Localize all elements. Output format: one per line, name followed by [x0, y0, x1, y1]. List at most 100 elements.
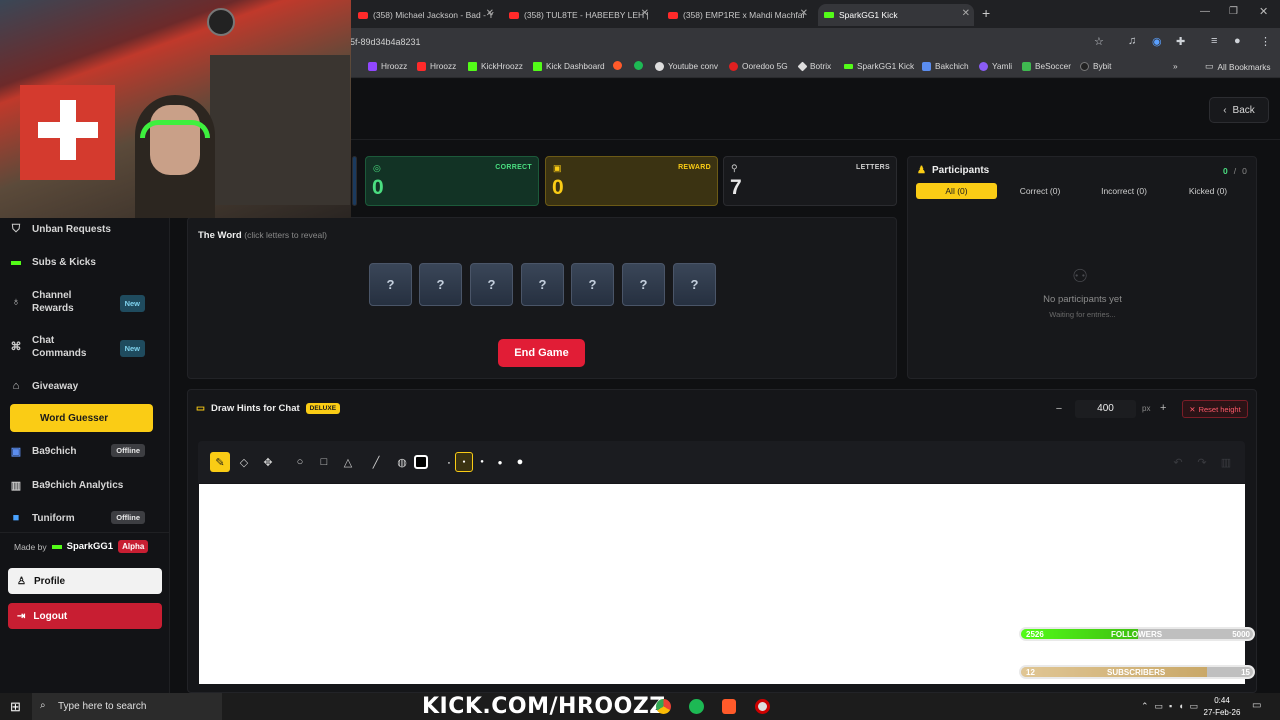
bookmark[interactable] [634, 61, 643, 70]
browser-tab[interactable]: (358) TUL8TE - HABEEBY LEH | ✕ [503, 4, 653, 26]
square-tool-icon[interactable]: □ [314, 452, 334, 472]
system-tray[interactable]: ⌃▭▪◖▭ [1141, 701, 1204, 712]
spotify-icon[interactable] [689, 699, 704, 714]
bookmarks-overflow-icon[interactable]: » [1173, 61, 1178, 71]
extensions-icon[interactable]: ✚ [1176, 35, 1185, 48]
letter-tile[interactable]: ? [622, 263, 665, 306]
bookmark[interactable]: Botrix [797, 61, 831, 71]
audio-icon[interactable]: ◉ [1152, 35, 1162, 48]
music-icon[interactable]: ♫ [1128, 35, 1136, 47]
browser-tab[interactable]: (358) Michael Jackson - Bad - Y ✕ [352, 4, 498, 26]
letter-tile[interactable]: ? [521, 263, 564, 306]
analytics-icon: ▥ [10, 479, 22, 492]
brush-size-xl[interactable]: ● [510, 452, 530, 472]
bookmark[interactable]: Youtube conv [655, 61, 718, 71]
media-icon[interactable]: ≡ [1211, 35, 1217, 47]
sidebar-item-ba9chich-analytics[interactable]: ▥ Ba9chich Analytics [10, 478, 153, 492]
letter-tile[interactable]: ? [369, 263, 412, 306]
stat-card-reward: ▣ REWARD 0 [545, 156, 718, 206]
logout-icon: ⇥ [17, 610, 26, 622]
eraser-tool-icon[interactable]: ◇ [234, 452, 254, 472]
sidebar-item-word-guesser[interactable]: Word Guesser [10, 404, 153, 432]
letter-tile[interactable]: ? [571, 263, 614, 306]
bookmark[interactable]: Bakchich [922, 61, 969, 71]
stream-url-overlay: KICK.COM/HROOZZ [422, 694, 666, 719]
bookmark[interactable]: KickHroozz [468, 61, 523, 71]
chrome-icon[interactable] [656, 699, 671, 714]
sidebar-item-channel-rewards[interactable]: ♁ Channel Rewards New [10, 289, 153, 315]
bookmark[interactable]: Hroozz [417, 61, 456, 71]
line-tool-icon[interactable]: ╱ [366, 452, 386, 472]
letter-tile[interactable]: ? [673, 263, 716, 306]
increase-height-button[interactable]: + [1160, 402, 1166, 414]
tab-correct[interactable]: Correct (0) [1000, 183, 1080, 199]
avatar[interactable]: ● [1234, 35, 1241, 47]
maximize-button[interactable]: ❐ [1229, 6, 1238, 17]
bookmark[interactable]: BeSoccer [1022, 61, 1071, 71]
obs-icon[interactable] [755, 699, 770, 714]
bookmark[interactable]: Hroozz [368, 61, 407, 71]
undo-icon[interactable]: ↶ [1168, 452, 1188, 472]
move-tool-icon[interactable]: ✥ [258, 452, 278, 472]
sidebar-item-subs-kicks[interactable]: Subs & Kicks [10, 255, 153, 269]
logout-button[interactable]: ⇥ Logout [8, 603, 162, 629]
sidebar-item-unban-requests[interactable]: ⛉ Unban Requests [10, 222, 153, 236]
profile-button[interactable]: ♙ Profile [8, 568, 162, 594]
stat-card-letters: ⚲ LETTERS 7 [723, 156, 897, 206]
draw-header: ▭ Draw Hints for Chat DELUXE [196, 403, 341, 414]
brush-size-lg[interactable]: ● [490, 452, 510, 472]
sidebar-item-chat-commands[interactable]: ⌘ Chat Commands New [10, 334, 153, 360]
reset-height-button[interactable]: ✕ Reset height [1182, 400, 1248, 418]
letter-tile[interactable]: ? [419, 263, 462, 306]
participants-count: 0/0 [1223, 166, 1247, 176]
back-button[interactable]: ‹ Back [1209, 97, 1269, 123]
all-bookmarks[interactable]: ▭ All Bookmarks [1205, 61, 1271, 72]
browser-tab-active[interactable]: SparkGG1 Kick ✕ [818, 4, 974, 26]
drawing-canvas[interactable] [199, 484, 1245, 684]
users-empty-icon: ⚇ [1072, 266, 1089, 286]
close-window-button[interactable]: ✕ [1259, 5, 1268, 18]
taskbar-search[interactable]: ⌕ Type here to search [32, 693, 222, 720]
sidebar-divider [0, 532, 170, 533]
word-title: The Word (click letters to reveal) [198, 230, 327, 241]
tab-incorrect[interactable]: Incorrect (0) [1083, 183, 1165, 199]
notifications-icon[interactable]: ▭ [1252, 700, 1261, 711]
bookmark[interactable] [613, 61, 622, 70]
palette-icon[interactable]: ◍ [392, 452, 412, 472]
new-tab-button[interactable]: + [982, 5, 990, 21]
close-tab-icon[interactable]: ✕ [641, 8, 649, 19]
height-input[interactable]: 400 [1075, 400, 1136, 418]
brave-icon[interactable] [722, 699, 736, 714]
bookmark[interactable]: Ooredoo 5G [729, 61, 788, 71]
tab-all[interactable]: All (0) [916, 183, 997, 199]
url-field[interactable]: 5f-89d34b4a8231 [350, 37, 421, 47]
sidebar-item-tuniform[interactable]: ■ Tuniform Offline [10, 511, 153, 525]
letter-tile[interactable]: ? [470, 263, 513, 306]
color-swatch[interactable] [411, 452, 431, 472]
sidebar-item-giveaway[interactable]: ⌂ Giveaway [10, 379, 153, 393]
bookmark[interactable]: SparkGG1 Kick [844, 61, 914, 71]
trash-icon[interactable]: ▥ [1216, 452, 1236, 472]
logo [207, 8, 235, 36]
close-tab-icon[interactable]: ✕ [962, 8, 970, 19]
close-tab-icon[interactable]: ✕ [486, 8, 494, 19]
pencil-tool-icon[interactable]: ✎ [210, 452, 230, 472]
triangle-tool-icon[interactable]: △ [338, 452, 358, 472]
redo-icon[interactable]: ↷ [1192, 452, 1212, 472]
minimize-button[interactable]: — [1200, 6, 1210, 17]
decrease-height-button[interactable]: − [1051, 403, 1067, 417]
bookmark[interactable]: Yamli [979, 61, 1012, 71]
brush-size-sm[interactable]: ● [455, 452, 473, 472]
menu-icon[interactable]: ⋮ [1260, 35, 1271, 48]
bookmark[interactable]: Bybit [1080, 61, 1111, 71]
bookmark[interactable]: Kick Dashboard [533, 61, 605, 71]
end-game-button[interactable]: End Game [498, 339, 585, 367]
tab-kicked[interactable]: Kicked (0) [1168, 183, 1248, 199]
star-icon[interactable]: ☆ [1094, 35, 1104, 48]
circle-tool-icon[interactable]: ○ [290, 452, 310, 472]
browser-tab[interactable]: (358) EMP1RE x Mahdi Machfar ✕ [662, 4, 812, 26]
windows-start-icon[interactable]: ⊞ [10, 699, 21, 715]
close-tab-icon[interactable]: ✕ [800, 8, 808, 19]
sidebar-item-ba9chich[interactable]: ▣ Ba9chich Offline [10, 444, 153, 458]
brush-size-md[interactable]: ● [472, 452, 492, 472]
